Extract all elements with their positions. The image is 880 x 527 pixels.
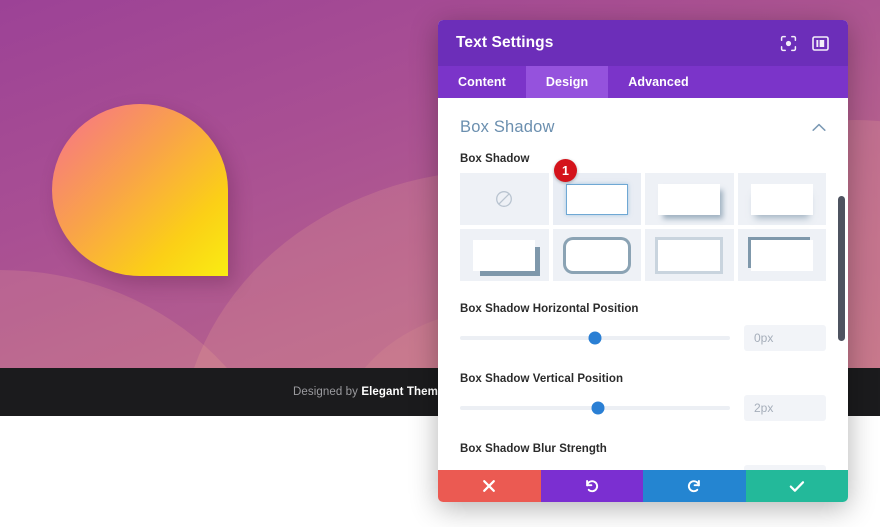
modal-header: Text Settings: [438, 20, 848, 66]
modal-title: Text Settings: [456, 34, 554, 51]
focus-icon[interactable]: [778, 33, 798, 53]
slider-row: [460, 395, 826, 421]
slider-horizontal-position: Box Shadow Horizontal Position: [460, 303, 826, 351]
modal-action-bar: [438, 470, 848, 502]
preset-swatch: [750, 239, 813, 271]
box-shadow-preset-wrap: 1: [460, 159, 826, 281]
box-shadow-field-label: Box Shadow: [460, 153, 530, 165]
slider-row: [460, 325, 826, 351]
scrollbar-thumb[interactable]: [838, 196, 845, 341]
preset-rounded-ring[interactable]: [552, 229, 641, 281]
slider-row: [460, 465, 826, 470]
modal-tabs: Content Design Advanced: [438, 66, 848, 98]
tab-design[interactable]: Design: [525, 66, 609, 98]
box-shadow-preset-grid: [460, 173, 826, 281]
preset-corner-top-left[interactable]: [737, 229, 826, 281]
preset-hard-offset[interactable]: [460, 229, 549, 281]
redo-button[interactable]: [643, 470, 746, 502]
tab-advanced[interactable]: Advanced: [608, 66, 709, 98]
redo-icon: [688, 479, 701, 493]
modal-body: Box Shadow Box Shadow 1 Box Shadow Horiz…: [438, 98, 848, 470]
modal-scrollbar[interactable]: [838, 98, 845, 470]
slider-track[interactable]: [460, 331, 730, 345]
slider-value-input[interactable]: [744, 465, 826, 470]
slider-value-input[interactable]: [744, 325, 826, 351]
chevron-up-icon[interactable]: [812, 123, 826, 132]
slider-thumb[interactable]: [591, 401, 605, 415]
preset-inset-ring[interactable]: [645, 229, 734, 281]
slider-vertical-position: Box Shadow Vertical Position: [460, 373, 826, 421]
preset-swatch: [658, 239, 721, 271]
preset-swatch: [750, 183, 813, 215]
preset-drop-bottom[interactable]: [737, 173, 826, 225]
layout-panel-icon[interactable]: [810, 33, 830, 53]
close-button[interactable]: [438, 470, 541, 502]
undo-button[interactable]: [540, 470, 643, 502]
close-icon: [483, 480, 496, 492]
tab-content[interactable]: Content: [438, 66, 526, 98]
save-button[interactable]: [745, 470, 848, 502]
section-title: Box Shadow: [460, 118, 555, 136]
preset-drop-right[interactable]: [645, 173, 734, 225]
preset-swatch: [565, 183, 628, 215]
footer-prefix: Designed by: [292, 386, 362, 398]
gradient-blob-shape: [52, 104, 228, 276]
preset-none[interactable]: [460, 173, 549, 225]
step-badge-1: 1: [554, 159, 577, 182]
slider-track[interactable]: [460, 401, 730, 415]
undo-icon: [585, 479, 598, 493]
slider-label: Box Shadow Horizontal Position: [460, 303, 639, 315]
preset-swatch: [473, 239, 536, 271]
slider-thumb[interactable]: [588, 331, 602, 345]
box-shadow-section-header[interactable]: Box Shadow: [460, 118, 826, 153]
no-shadow-icon: [493, 188, 515, 210]
wave-decoration-2: [0, 270, 290, 368]
slider-blur-strength: Box Shadow Blur Strength: [460, 443, 826, 470]
preset-swatch: [658, 183, 721, 215]
text-settings-modal: Text Settings Content Design Advanced Bo…: [438, 20, 848, 502]
slider-value-input[interactable]: [744, 395, 826, 421]
slider-label: Box Shadow Vertical Position: [460, 373, 624, 385]
check-icon: [789, 480, 804, 492]
preset-swatch: [565, 239, 628, 271]
slider-label: Box Shadow Blur Strength: [460, 443, 607, 455]
